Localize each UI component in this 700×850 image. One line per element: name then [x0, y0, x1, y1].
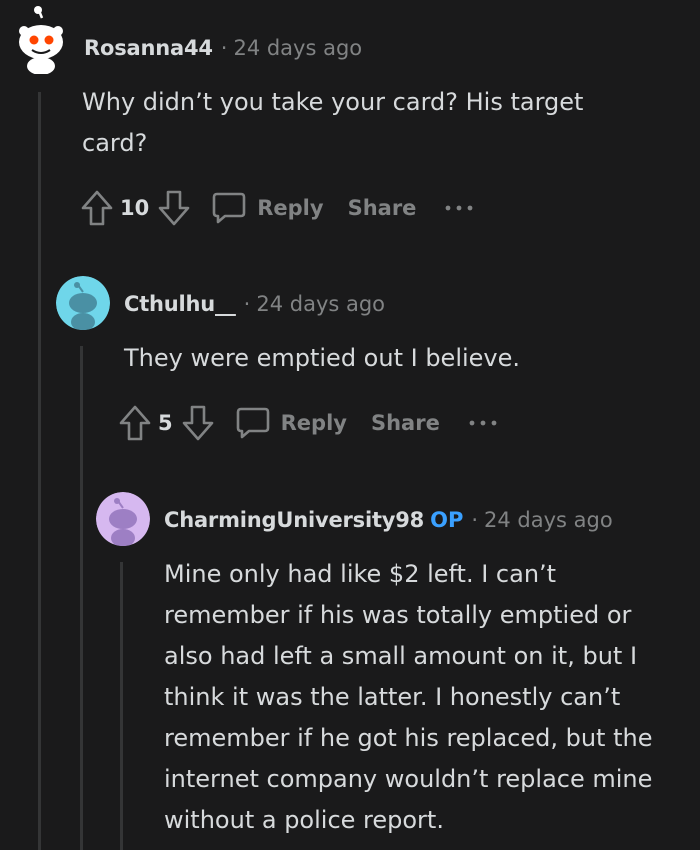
snoo-avatar-graphic — [96, 492, 150, 546]
timestamp[interactable]: 24 days ago — [484, 508, 613, 532]
comment-body: Mine only had like $2 left. I can’t reme… — [164, 560, 653, 834]
user-avatar[interactable] — [96, 492, 150, 546]
comment-charminguniversity98: CharmingUniversity98 OP · 24 days ago Mine … — [0, 0, 700, 850]
username[interactable]: CharmingUniversity98 — [164, 508, 424, 532]
separator-dot: · — [471, 508, 479, 532]
comment-header: CharmingUniversity98 OP · 24 days ago — [164, 506, 613, 534]
op-badge: OP — [430, 508, 464, 532]
